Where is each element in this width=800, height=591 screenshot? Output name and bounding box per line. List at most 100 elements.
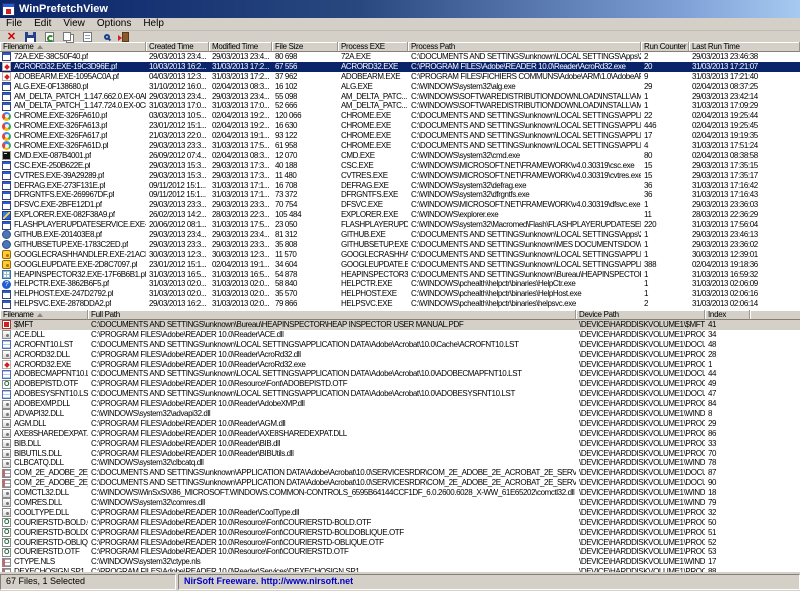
table-row[interactable]: CHROME.EXE-326FA61D.pf 29/03/2013 23:3..…: [0, 141, 800, 151]
dll-icon: [2, 508, 11, 517]
table-row[interactable]: CHROME.EXE-326FA610.pf 03/03/2013 10:5..…: [0, 111, 800, 121]
column-header-full-path[interactable]: Full Path: [88, 310, 576, 320]
column-header-index[interactable]: Index: [705, 310, 750, 320]
table-row[interactable]: CHROME.EXE-326FA617.pf 21/03/2013 22:0..…: [0, 131, 800, 141]
table-row[interactable]: CHROME.EXE-326FA613.pf 23/01/2012 15:1..…: [0, 121, 800, 131]
table-row[interactable]: ADOBEXMP.DLL C:\PROGRAM FILES\Adobe\READ…: [0, 399, 800, 409]
device-path: \DEVICE\HARDDISKVOLUME1\PROGRAM...: [576, 518, 705, 528]
table-row[interactable]: GITHUBSETUP.EXE-1783C2ED.pf 29/03/2013 2…: [0, 240, 800, 250]
table-row[interactable]: DFSVC.EXE-2BFE12D1.pf 29/03/2013 23:3...…: [0, 200, 800, 210]
table-row[interactable]: CMD.EXE-087B4001.pf 26/09/2012 07:4... 0…: [0, 151, 800, 161]
table-row[interactable]: AXE8SHAREDEXPAT.DLL C:\PROGRAM FILES\Ado…: [0, 429, 800, 439]
table-row[interactable]: FLASHPLAYERUPDATESERVICE.EXE-34BC5... 20…: [0, 220, 800, 230]
menu-bar: File Edit View Options Help: [0, 18, 800, 31]
table-row[interactable]: COURIERSTD-OBLIQUE... C:\PROGRAM FILES\A…: [0, 538, 800, 548]
menu-file[interactable]: File: [0, 18, 28, 30]
table-row[interactable]: ACRORD32.EXE-19C3D96E.pf 10/03/2013 16:2…: [0, 62, 800, 72]
file-index: 44: [705, 369, 750, 379]
table-row[interactable]: CSC.EXE-250B622E.pf 29/03/2013 15:3... 2…: [0, 161, 800, 171]
column-header-filename[interactable]: Filename: [0, 42, 146, 52]
refresh-button[interactable]: [41, 31, 58, 42]
table-row[interactable]: COMRES.DLL C:\WINDOWS\system32\comres.dl…: [0, 498, 800, 508]
delete-button[interactable]: ✕: [3, 31, 20, 42]
column-header-created-time[interactable]: Created Time: [146, 42, 209, 52]
table-row[interactable]: AM_DELTA_PATCH_1.147.662.0.EX-0AFF5... 2…: [0, 92, 800, 102]
table-row[interactable]: ADOBECMAPFNT10.LST C:\DOCUMENTS AND SETT…: [0, 369, 800, 379]
last-run-time: 31/03/2013 17:09:29: [689, 101, 800, 111]
column-header-process-exe[interactable]: Process EXE: [338, 42, 408, 52]
file-index: 28: [705, 350, 750, 360]
table-row[interactable]: COM_2E_ADOBE_2E_A... C:\DOCUMENTS AND SE…: [0, 468, 800, 478]
process-path: C:\DOCUMENTS AND SETTINGS\unknown\LOCAL …: [408, 111, 641, 121]
table-row[interactable]: ACRORD32.EXE C:\PROGRAM FILES\Adobe\READ…: [0, 360, 800, 370]
table-row[interactable]: CVTRES.EXE-39A29289.pf 29/03/2013 15:3..…: [0, 171, 800, 181]
table-row[interactable]: CLBCATQ.DLL C:\WINDOWS\system32\clbcatq.…: [0, 458, 800, 468]
nirsoft-link[interactable]: NirSoft Freeware. http://www.nirsoft.net: [184, 576, 353, 586]
properties-button[interactable]: [79, 31, 96, 42]
table-row[interactable]: ACROFNT10.LST C:\DOCUMENTS AND SETTINGS\…: [0, 340, 800, 350]
lst-icon: [2, 370, 11, 379]
menu-help[interactable]: Help: [137, 18, 170, 30]
table-row[interactable]: COURIERSTD.OTF C:\PROGRAM FILES\Adobe\RE…: [0, 547, 800, 557]
column-header-device-path[interactable]: Device Path: [576, 310, 705, 320]
table-row[interactable]: ADOBEARM.EXE-1095AC0A.pf 04/03/2013 12:3…: [0, 72, 800, 82]
exit-button[interactable]: [117, 31, 134, 42]
column-header-modified-time[interactable]: Modified Time: [209, 42, 272, 52]
table-row[interactable]: CTYPE.NLS C:\WINDOWS\system32\ctype.nls …: [0, 557, 800, 567]
run-counter: 22: [641, 111, 689, 121]
table-row[interactable]: COOLTYPE.DLL C:\PROGRAM FILES\Adobe\READ…: [0, 508, 800, 518]
menu-edit[interactable]: Edit: [28, 18, 57, 30]
table-row[interactable]: COURIERSTD-BOLDOBL... C:\PROGRAM FILES\A…: [0, 528, 800, 538]
table-row[interactable]: HEAPINSPECTOR32.EXE-17F6B6B1.pf 31/03/20…: [0, 270, 800, 280]
menu-view[interactable]: View: [57, 18, 91, 30]
table-row[interactable]: COURIERSTD-BOLD.OTF C:\PROGRAM FILES\Ado…: [0, 518, 800, 528]
device-path: \DEVICE\HARDDISKVOLUME1\WINDOW...: [576, 409, 705, 419]
run-counter: 4: [641, 141, 689, 151]
table-row[interactable]: AGM.DLL C:\PROGRAM FILES\Adobe\READER 10…: [0, 419, 800, 429]
table-row[interactable]: ADOBESYSFNT10.LST C:\DOCUMENTS AND SETTI…: [0, 389, 800, 399]
save-button[interactable]: [22, 31, 39, 42]
process-exe: DFSVC.EXE: [338, 200, 408, 210]
app-icon[interactable]: [2, 3, 15, 16]
modified-time: 31/03/2013 17:1...: [209, 181, 272, 191]
last-run-time: 31/03/2013 02:06:16: [689, 289, 800, 299]
table-row[interactable]: ADOBEPISTD.OTF C:\PROGRAM FILES\Adobe\RE…: [0, 379, 800, 389]
column-header-filename[interactable]: Filename: [0, 310, 88, 320]
table-row[interactable]: ADVAPI32.DLL C:\WINDOWS\system32\advapi3…: [0, 409, 800, 419]
menu-options[interactable]: Options: [91, 18, 137, 30]
created-time: 10/03/2013 16:2...: [146, 62, 209, 72]
last-run-time: 02/04/2013 19:25:45: [689, 121, 800, 131]
table-row[interactable]: AM_DELTA_PATCH_1.147.724.0.EX-0C84C... 3…: [0, 101, 800, 111]
find-button[interactable]: [98, 31, 115, 42]
chrome-icon: [2, 122, 11, 131]
process-path: C:\WINDOWS\system32\alg.exe: [408, 82, 641, 92]
table-row[interactable]: 72A.EXE-38C50F40.pf 29/03/2013 23:4... 2…: [0, 52, 800, 62]
process-exe: HELPCTR.EXE: [338, 279, 408, 289]
table-row[interactable]: ACRORD32.DLL C:\PROGRAM FILES\Adobe\READ…: [0, 350, 800, 360]
column-header-run-counter[interactable]: Run Counter: [641, 42, 689, 52]
table-row[interactable]: GITHUB.EXE-201403E8.pf 29/03/2013 23:4..…: [0, 230, 800, 240]
table-row[interactable]: HELPSVC.EXE-2878DDA2.pf 29/03/2013 16:2.…: [0, 299, 800, 309]
table-row[interactable]: HELPHOST.EXE-247D2792.pf 31/03/2013 02:0…: [0, 289, 800, 299]
column-header-file-size[interactable]: File Size: [272, 42, 338, 52]
prefetch-filename: CSC.EXE-250B622E.pf: [14, 161, 90, 171]
copy-button[interactable]: [60, 31, 77, 42]
table-row[interactable]: BIBUTILS.DLL C:\PROGRAM FILES\Adobe\READ…: [0, 449, 800, 459]
table-row[interactable]: ALG.EXE-0F138680.pf 31/10/2012 16:0... 0…: [0, 82, 800, 92]
table-row[interactable]: GOOGLEUPDATE.EXE-2D8C7097.pf 23/01/2012 …: [0, 260, 800, 270]
table-row[interactable]: $MFT C:\DOCUMENTS AND SETTINGS\unknown\B…: [0, 320, 800, 330]
table-row[interactable]: DEFRAG.EXE-273F131E.pf 09/11/2012 15:1..…: [0, 181, 800, 191]
table-row[interactable]: HELPCTR.EXE-3862B6F5.pf 31/03/2013 02:0.…: [0, 279, 800, 289]
created-time: 29/03/2013 15:3...: [146, 161, 209, 171]
column-header-process-path[interactable]: Process Path: [408, 42, 641, 52]
table-row[interactable]: COMCTL32.DLL C:\WINDOWS\WinSxS\X86_MICRO…: [0, 488, 800, 498]
table-row[interactable]: COM_2E_ADOBE_2E_A... C:\DOCUMENTS AND SE…: [0, 478, 800, 488]
table-row[interactable]: BIB.DLL C:\PROGRAM FILES\Adobe\READER 10…: [0, 439, 800, 449]
table-row[interactable]: EXPLORER.EXE-082F38A9.pf 26/02/2013 14:2…: [0, 210, 800, 220]
table-row[interactable]: ACE.DLL C:\PROGRAM FILES\Adobe\READER 10…: [0, 330, 800, 340]
last-run-time: 29/03/2013 23:42:14: [689, 92, 800, 102]
table-row[interactable]: DFRGNTFS.EXE-269967DF.pf 09/11/2012 15:1…: [0, 190, 800, 200]
process-exe: GITHUB.EXE: [338, 230, 408, 240]
column-header-last-run-time[interactable]: Last Run Time: [689, 42, 800, 52]
table-row[interactable]: GOOGLECRASHHANDLER.EXE-21ACBFBA.pf 30/03…: [0, 250, 800, 260]
